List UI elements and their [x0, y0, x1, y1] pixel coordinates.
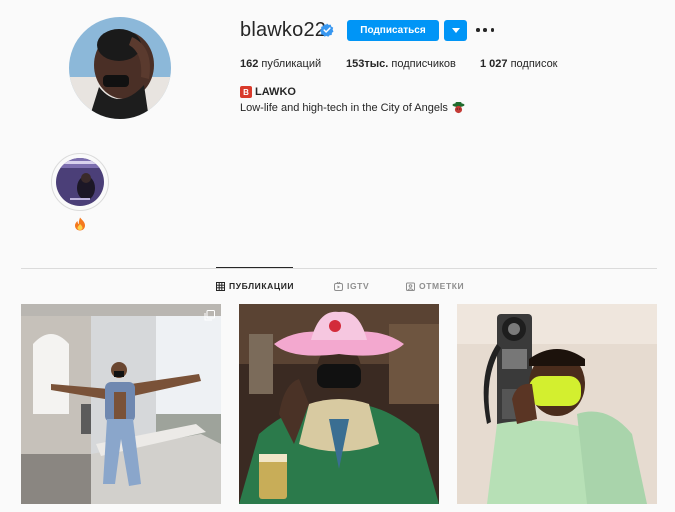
story-highlight-cover [56, 158, 104, 206]
follow-button[interactable]: Подписаться [347, 20, 439, 41]
followers-label: подписчиков [391, 58, 456, 70]
cowboy-emoji-icon [452, 102, 465, 114]
chevron-down-icon [451, 28, 460, 33]
post-thumbnail[interactable] [457, 304, 657, 504]
tab-igtv[interactable]: IGTV [334, 281, 369, 291]
profile-bio-row: Low-life and high-tech in the City of An… [240, 101, 465, 114]
profile-bio: Low-life and high-tech in the City of An… [240, 101, 448, 114]
igtv-icon [334, 281, 343, 291]
profile-fullname: LAWKO [255, 86, 296, 98]
tagged-icon [406, 282, 415, 291]
post-thumbnail[interactable] [239, 304, 439, 504]
dot-icon [490, 28, 494, 32]
tab-igtv-label: IGTV [347, 281, 370, 291]
tab-tagged[interactable]: ОТМЕТКИ [406, 281, 464, 291]
dot-icon [483, 28, 487, 32]
tab-posts[interactable]: ПУБЛИКАЦИИ [216, 281, 294, 291]
following-count: 1 027 [480, 58, 508, 70]
profile-fullname-row: B LAWKO [240, 86, 296, 98]
multiple-photos-icon [204, 310, 215, 321]
more-options-button[interactable] [476, 25, 494, 35]
b-emoji-icon: B [240, 86, 252, 98]
profile-username: blawko22 [240, 19, 327, 41]
active-tab-indicator [216, 267, 293, 268]
following-count-stat[interactable]: 1 027 подписок [480, 58, 558, 70]
dot-icon [476, 28, 480, 32]
posts-count-stat: 162 публикаций [240, 58, 321, 70]
tab-posts-label: ПУБЛИКАЦИИ [229, 281, 295, 291]
verified-badge-icon [320, 23, 334, 37]
post-thumbnail[interactable] [21, 304, 221, 504]
suggested-dropdown-button[interactable] [444, 20, 467, 41]
posts-label: публикаций [261, 58, 322, 70]
grid-icon [216, 281, 225, 291]
profile-avatar[interactable] [69, 17, 171, 119]
followers-count-stat[interactable]: 153тыс. подписчиков [346, 58, 456, 70]
tab-tagged-label: ОТМЕТКИ [419, 281, 465, 291]
story-highlight[interactable] [51, 153, 109, 211]
posts-count: 162 [240, 58, 259, 70]
fire-emoji-icon [75, 217, 85, 231]
following-label: подписок [510, 58, 558, 70]
tabs-divider [21, 268, 657, 269]
followers-count: 153тыс. [346, 58, 389, 70]
